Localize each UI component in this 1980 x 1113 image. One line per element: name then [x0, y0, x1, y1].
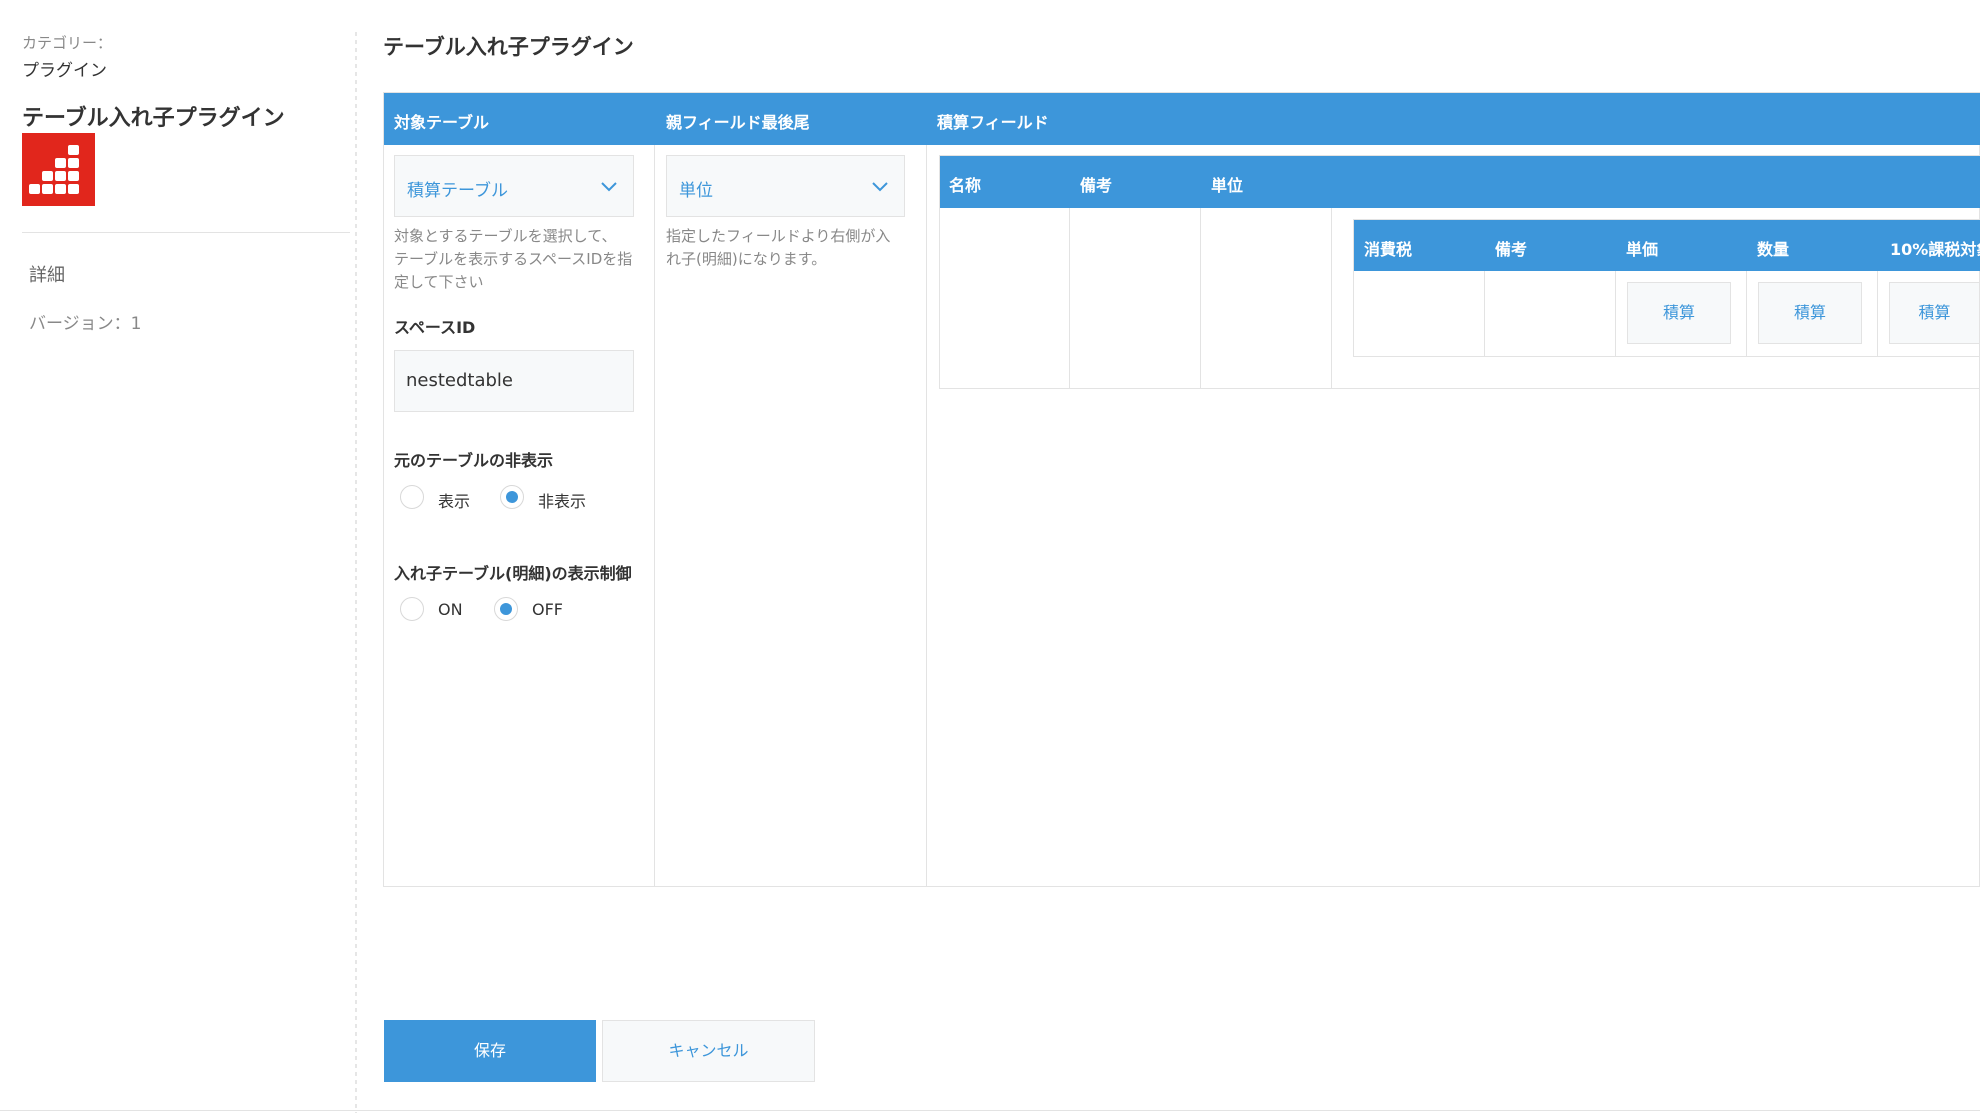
plugin-name: テーブル入れ子プラグイン [22, 106, 285, 131]
version-label: バージョン：1 [29, 314, 142, 334]
radio-on[interactable] [400, 597, 424, 621]
logo-block [68, 171, 79, 181]
inner-cell-divider [1877, 271, 1878, 356]
outer-header-unit: 単位 [1211, 176, 1244, 195]
nested-display-label: 入れ子テーブル(明細)の表示制御 [394, 564, 632, 583]
settings-header: 対象テーブル 親フィールド最後尾 積算フィールド [384, 93, 1980, 145]
radio-off[interactable] [494, 597, 518, 621]
help-line: 対象とするテーブルを選択して、 [394, 227, 617, 245]
radio-on-label: ON [438, 600, 463, 619]
space-id-value: nestedtable [406, 370, 514, 391]
chevron-down-icon [601, 182, 617, 192]
radio-show-label: 表示 [438, 492, 471, 511]
outer-header-name: 名称 [949, 176, 982, 195]
category-value: プラグイン [22, 61, 107, 81]
inner-cell-divider [1615, 271, 1616, 356]
inner-header-unit-price: 単価 [1626, 240, 1659, 259]
sidebar-divider [22, 232, 350, 233]
logo-block [55, 158, 66, 168]
header-parent-field-end: 親フィールド最後尾 [666, 113, 810, 132]
help-line: テーブルを表示するスペースIDを指 [394, 250, 633, 268]
calc-button-unit-price[interactable]: 積算 [1627, 282, 1731, 344]
inner-header-tax: 消費税 [1364, 240, 1413, 259]
target-table-help: 対象とするテーブルを選択して、 テーブルを表示するスペースIDを指 定して下さい [394, 225, 652, 294]
radio-show[interactable] [400, 485, 424, 509]
logo-block [68, 184, 79, 194]
calc-button-quantity[interactable]: 積算 [1758, 282, 1862, 344]
logo-block [55, 184, 66, 194]
chevron-down-icon [872, 182, 888, 192]
cancel-button[interactable]: キャンセル [602, 1020, 815, 1082]
inner-header-quantity: 数量 [1757, 240, 1790, 259]
target-table-value: 積算テーブル [407, 181, 508, 201]
outer-cell-divider [1331, 208, 1332, 388]
help-line: 指定したフィールドより右側が入 [666, 227, 891, 245]
outer-cell-divider [1200, 208, 1201, 388]
inner-cell-divider [1746, 271, 1747, 356]
logo-block [68, 145, 79, 155]
plugin-logo-icon [22, 133, 95, 206]
logo-block [42, 184, 53, 194]
column-divider [926, 145, 927, 887]
parent-field-select[interactable]: 単位 [666, 155, 905, 217]
radio-hide[interactable] [500, 485, 524, 509]
inner-cell-divider [1484, 271, 1485, 356]
column-divider [654, 145, 655, 887]
outer-cell-divider [1069, 208, 1070, 388]
detail-link[interactable]: 詳細 [29, 261, 65, 287]
radio-off-label: OFF [532, 600, 563, 619]
header-sum-field: 積算フィールド [937, 113, 1049, 132]
logo-block [55, 171, 66, 181]
logo-block [42, 171, 53, 181]
help-line: れ子(明細)になります。 [666, 250, 827, 268]
header-target-table: 対象テーブル [394, 113, 490, 132]
outer-table-header: 名称 備考 単位 [940, 156, 1980, 208]
logo-block [68, 158, 79, 168]
parent-field-value: 単位 [679, 181, 713, 201]
help-line: 定して下さい [394, 273, 484, 291]
save-button[interactable]: 保存 [384, 1020, 596, 1082]
inner-table-header: 消費税 備考 単価 数量 10%課税対象 [1354, 220, 1980, 271]
bottom-divider [0, 1110, 1980, 1111]
hide-original-label: 元のテーブルの非表示 [394, 451, 554, 470]
sidebar-separator [355, 32, 357, 1113]
parent-field-help: 指定したフィールドより右側が入 れ子(明細)になります。 [666, 225, 916, 271]
inner-header-note: 備考 [1495, 240, 1528, 259]
logo-block [29, 184, 40, 194]
outer-header-note: 備考 [1080, 176, 1113, 195]
space-id-label: スペースID [394, 318, 476, 337]
radio-hide-label: 非表示 [538, 492, 587, 511]
category-label: カテゴリー： [22, 34, 113, 52]
calc-button-taxable[interactable]: 積算 [1889, 282, 1980, 344]
page-title: テーブル入れ子プラグイン [383, 35, 634, 59]
target-table-select[interactable]: 積算テーブル [394, 155, 634, 217]
inner-header-taxable: 10%課税対象 [1890, 240, 1980, 259]
space-id-input[interactable]: nestedtable [394, 350, 634, 412]
